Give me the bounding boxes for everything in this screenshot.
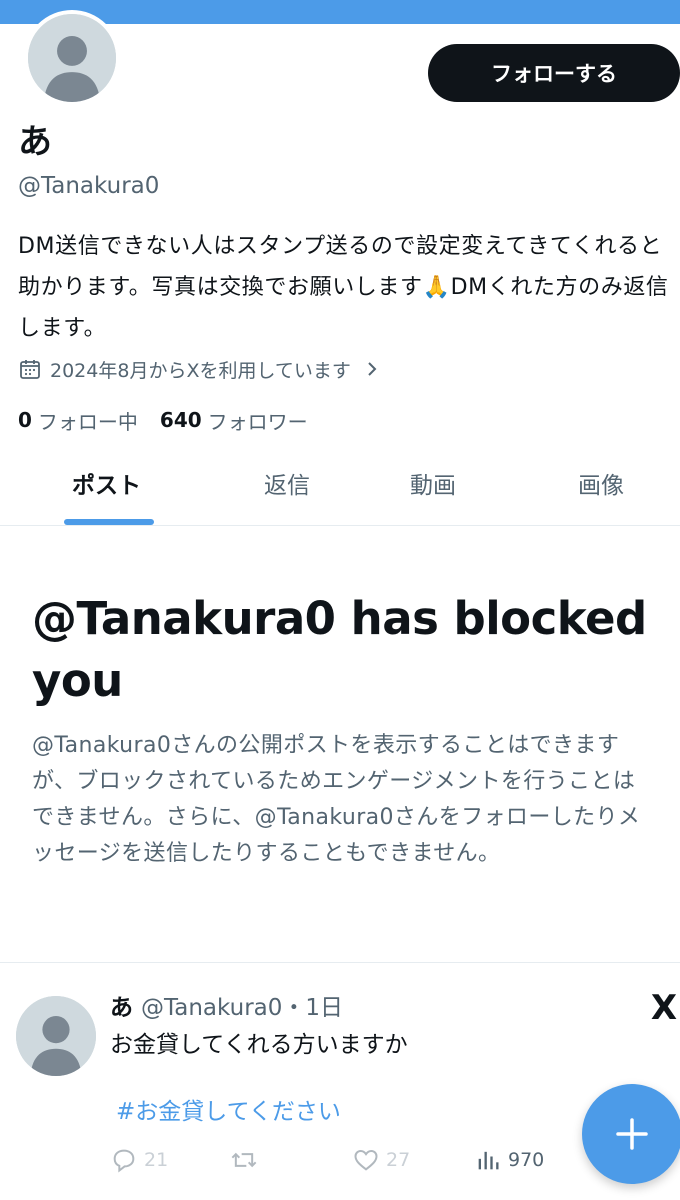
compose-button[interactable]	[582, 1084, 680, 1184]
reply-button[interactable]: 21	[110, 1140, 168, 1180]
joined-date-link[interactable]: 2024年8月からXを利用しています	[18, 352, 381, 386]
like-count: 27	[386, 1149, 411, 1171]
tweet-hashtag[interactable]: #お金貸してください	[116, 1094, 341, 1130]
reply-icon	[113, 1149, 135, 1173]
following-count[interactable]: 0	[18, 408, 32, 432]
tab-posts[interactable]: ポスト	[72, 468, 141, 504]
repost-icon	[231, 1152, 257, 1168]
views-button[interactable]: 970	[474, 1140, 544, 1180]
profile-handle: @Tanakura0	[18, 173, 160, 199]
reply-count: 21	[144, 1149, 169, 1171]
tweet-handle-time: @Tanakura0・1日	[141, 995, 344, 1021]
x-logo-icon: X	[650, 988, 678, 1028]
repost-button[interactable]	[230, 1140, 264, 1180]
tweet-actions: 21 27 970	[110, 1140, 570, 1180]
follow-stats: 0 フォロー中 640 フォロワー	[18, 404, 330, 436]
profile-display-name: あ	[18, 122, 52, 162]
active-tab-indicator	[64, 519, 154, 525]
joined-date-text: 2024年8月からXを利用しています	[50, 359, 351, 382]
following-label[interactable]: フォロー中	[38, 406, 138, 435]
tab-images[interactable]: 画像	[578, 468, 624, 504]
profile-avatar[interactable]	[24, 10, 120, 106]
divider	[0, 962, 680, 963]
calendar-icon	[18, 357, 42, 381]
views-count: 970	[508, 1149, 545, 1171]
profile-bio: DM送信できない人はスタンプ送るので設定変えてきてくれると助かります。写真は交換…	[18, 234, 669, 341]
tab-videos[interactable]: 動画	[410, 468, 456, 504]
blocked-description: @Tanakura0さんの公開ポストを表示することはできますが、ブロックされてい…	[32, 733, 641, 866]
tweet-header: あ @Tanakura0・1日	[110, 990, 343, 1026]
blocked-title: @Tanakura0 has blocked you	[32, 592, 647, 707]
compose-plus-icon	[616, 1118, 648, 1150]
tab-replies[interactable]: 返信	[264, 468, 310, 504]
followers-count[interactable]: 640	[160, 408, 202, 432]
followers-label[interactable]: フォロワー	[208, 406, 308, 435]
like-button[interactable]: 27	[352, 1140, 410, 1180]
like-icon	[354, 1150, 378, 1171]
chevron-right-icon	[363, 360, 381, 378]
default-avatar-icon	[16, 996, 96, 1076]
tweet-text: お金貸してくれる方いますか	[110, 1032, 408, 1058]
default-avatar-icon	[28, 14, 116, 102]
views-icon	[478, 1151, 499, 1170]
profile-tabs: ポスト 返信 動画 画像	[0, 458, 680, 526]
follow-button[interactable]: フォローする	[428, 44, 680, 102]
tweet-avatar[interactable]	[16, 996, 96, 1076]
tweet-author-name[interactable]: あ	[110, 990, 133, 1026]
